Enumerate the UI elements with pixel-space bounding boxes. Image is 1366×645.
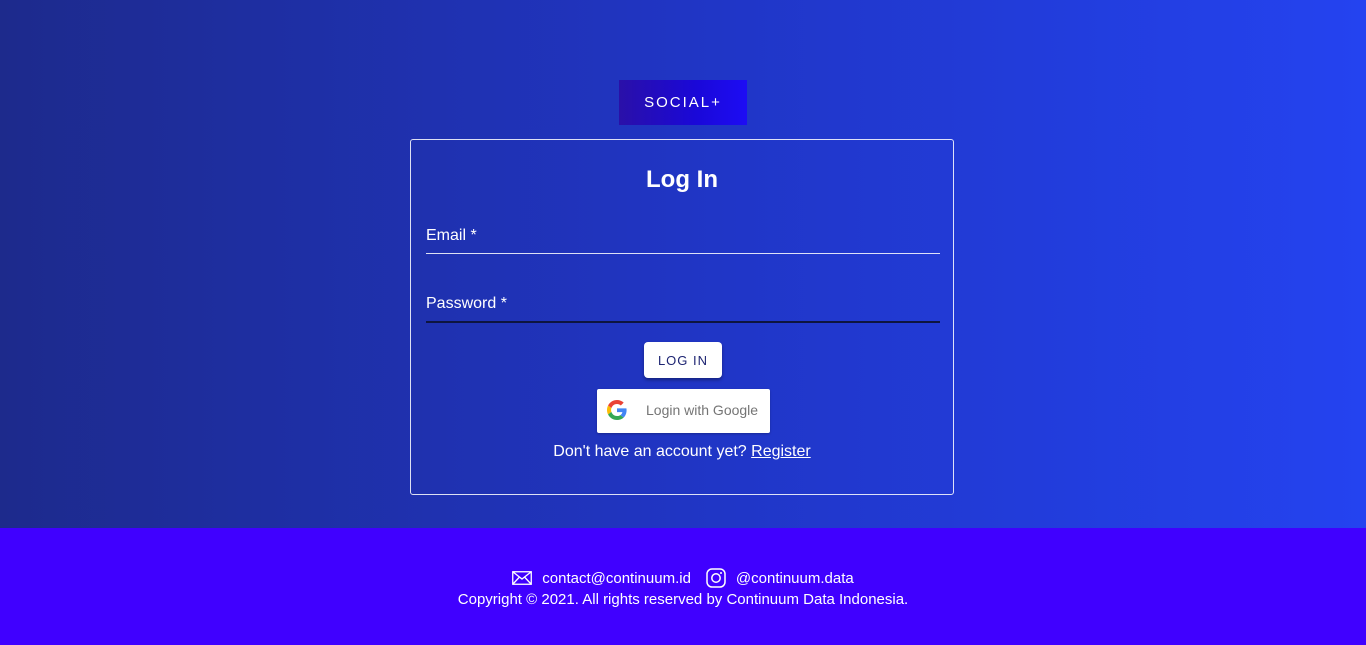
login-button[interactable]: LOG IN <box>644 342 722 378</box>
google-icon <box>607 400 627 420</box>
mail-icon <box>512 568 533 588</box>
copyright-text: Copyright © 2021. All rights reserved by… <box>457 591 909 608</box>
social-plus-logo: SOCIAL+ <box>619 80 747 125</box>
register-prompt-line: Don't have an account yet? Register <box>411 443 953 461</box>
contact-email-item[interactable]: contact@continuum.id <box>512 568 691 588</box>
footer: contact@continuum.id @continuum.data Cop… <box>0 528 1366 645</box>
contact-email: contact@continuum.id <box>542 569 691 587</box>
password-field[interactable]: Password * <box>426 281 944 323</box>
login-title: Log In <box>646 166 718 193</box>
register-link[interactable]: Register <box>751 443 811 460</box>
google-login-button[interactable]: Login with Google <box>597 389 770 433</box>
contact-instagram-item[interactable]: @continuum.data <box>706 568 854 588</box>
login-card: Log In Email * Password * LOG IN Login w… <box>410 139 954 495</box>
contact-row: contact@continuum.id @continuum.data <box>0 568 1366 588</box>
google-button-label: Login with Google <box>646 402 759 418</box>
register-prompt-text: Don't have an account yet? <box>553 443 747 460</box>
contact-instagram: @continuum.data <box>735 569 854 587</box>
email-input[interactable] <box>426 229 944 253</box>
instagram-icon <box>706 568 726 588</box>
logo-text: SOCIAL+ <box>644 94 722 111</box>
email-field[interactable]: Email * <box>426 213 944 254</box>
hero-background: SOCIAL+ Log In Email * Password * LOG IN… <box>0 0 1366 528</box>
password-input[interactable] <box>426 297 944 321</box>
